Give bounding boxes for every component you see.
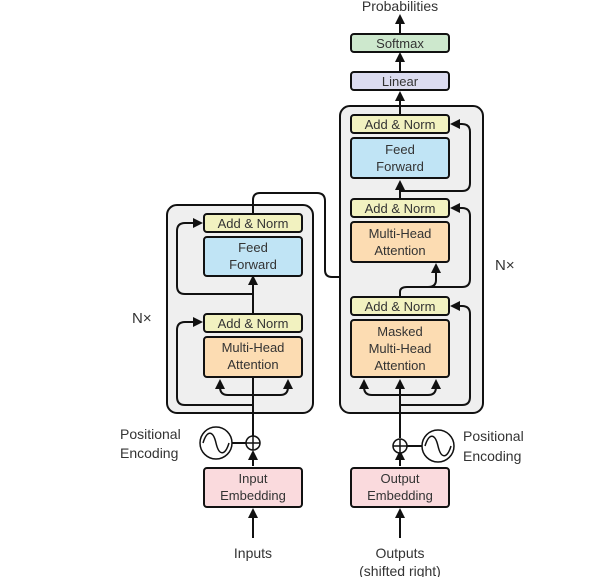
decoder-add-norm-middle-label: Add & Norm <box>365 201 436 216</box>
decoder-add-norm-top-label: Add & Norm <box>365 117 436 132</box>
encoder-add-norm-top-label: Add & Norm <box>218 216 289 231</box>
decoder-ff-label-1: Feed <box>385 142 415 157</box>
decoder-embed-label-2: Embedding <box>367 488 433 503</box>
encoder-ff-label-1: Feed <box>238 240 268 255</box>
output-probabilities-label: Probabilities <box>362 0 438 14</box>
encoder-repeat-label: N× <box>132 310 152 327</box>
inputs-label: Inputs <box>234 545 272 561</box>
outputs-shifted-label: (shifted right) <box>359 563 441 577</box>
encoder-pe-label-2: Encoding <box>120 445 178 461</box>
decoder-masked-label-2: Multi-Head <box>369 341 432 356</box>
encoder-add-norm-bottom-label: Add & Norm <box>218 316 289 331</box>
outputs-label: Outputs <box>375 545 424 561</box>
decoder-pe-label-2: Encoding <box>463 448 521 464</box>
decoder-pe-label-1: Positional <box>463 428 524 444</box>
decoder-repeat-label: N× <box>495 257 515 274</box>
encoder-pe-label-1: Positional <box>120 426 181 442</box>
encoder-embed-label-1: Input <box>239 471 268 486</box>
encoder-ff-label-2: Forward <box>229 257 277 272</box>
softmax-label: Softmax <box>376 36 424 51</box>
decoder-add-norm-bottom-label: Add & Norm <box>365 299 436 314</box>
decoder-ff-label-2: Forward <box>376 159 424 174</box>
decoder-cross-attn-label-2: Attention <box>374 243 425 258</box>
decoder-cross-attn-label-1: Multi-Head <box>369 226 432 241</box>
linear-label: Linear <box>382 74 419 89</box>
decoder-masked-label-3: Attention <box>374 358 425 373</box>
encoder-attn-label-2: Attention <box>227 357 278 372</box>
transformer-diagram: N× Add & Norm Feed Forward Add & Norm Mu… <box>120 0 524 577</box>
decoder-embed-label-1: Output <box>380 471 419 486</box>
decoder-masked-label-1: Masked <box>377 324 423 339</box>
encoder-attn-label-1: Multi-Head <box>222 340 285 355</box>
encoder-embed-label-2: Embedding <box>220 488 286 503</box>
